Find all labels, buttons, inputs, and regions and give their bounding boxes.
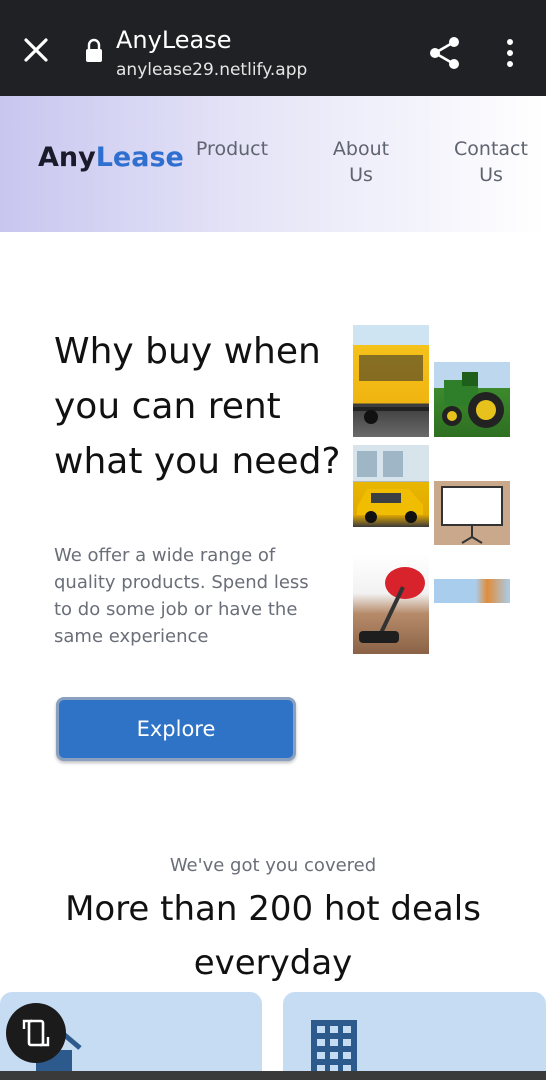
nav-contact-label-1: Contact [454, 138, 528, 160]
more-vert-icon[interactable] [502, 38, 518, 68]
nav-product[interactable]: Product [194, 136, 270, 162]
url-text[interactable]: anylease29.netlify.app [116, 60, 307, 80]
rotate-screen-button[interactable] [6, 1003, 66, 1063]
site-logo[interactable]: AnyLease [38, 142, 184, 173]
page-title: AnyLease [116, 26, 232, 54]
nav-about-us[interactable]: About Us [326, 136, 396, 188]
projector-screen-image [434, 481, 510, 545]
nav-about-label-1: About [332, 138, 390, 160]
vacuum-cleaner-image [353, 553, 429, 654]
logo-lease: Lease [95, 142, 184, 173]
nav-about-label-2: Us [349, 164, 373, 186]
hero-title: Why buy when you can rent what you need? [54, 331, 341, 482]
tractor-image [434, 362, 510, 437]
section-title: More than 200 hot deals everyday [65, 889, 481, 983]
lock-icon [86, 38, 102, 62]
nav-contact-label-2: Us [479, 164, 503, 186]
crane-image [434, 579, 510, 603]
logo-any: Any [38, 142, 96, 173]
bus-image [353, 325, 429, 437]
explore-button[interactable]: Explore [56, 697, 296, 761]
close-icon[interactable] [22, 36, 50, 64]
rotate-icon [22, 1019, 50, 1047]
car-image [353, 445, 429, 527]
share-icon[interactable] [428, 36, 462, 70]
nav-product-label: Product [195, 138, 269, 160]
system-navigation-bar [0, 1071, 546, 1080]
browser-toolbar: AnyLease anylease29.netlify.app [0, 0, 546, 96]
site-header: AnyLease Product About Us Contact Us [0, 96, 546, 232]
section-subtitle: We've got you covered [169, 855, 377, 876]
nav-contact-us[interactable]: Contact Us [450, 136, 532, 188]
hero-description: We offer a wide range of quality product… [54, 545, 309, 647]
